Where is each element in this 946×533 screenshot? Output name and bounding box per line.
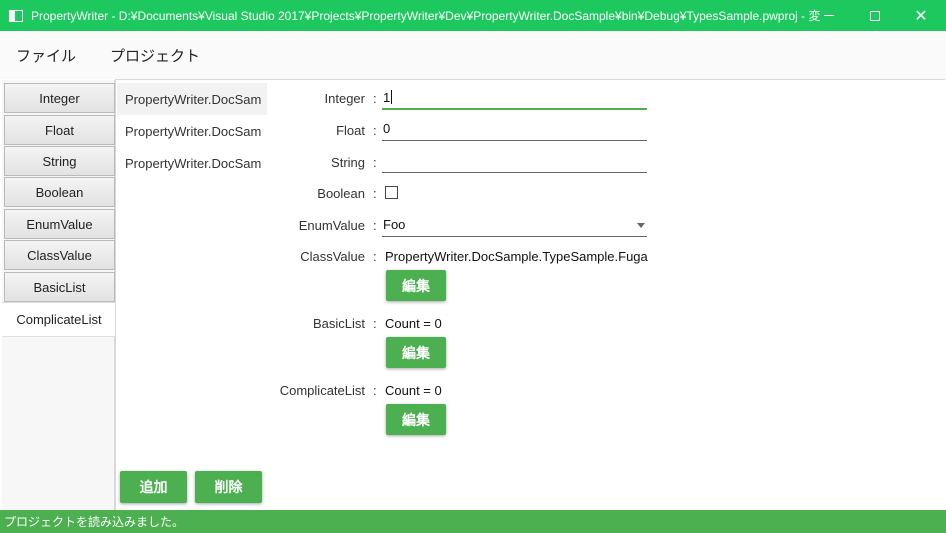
- colon: :: [373, 91, 377, 106]
- float-input[interactable]: 0: [382, 117, 647, 141]
- app-icon: [9, 9, 23, 22]
- classvalue-value: PropertyWriter.DocSample.TypeSample.Fuga: [385, 249, 648, 264]
- menu-file[interactable]: ファイル: [16, 45, 76, 66]
- float-label: Float: [336, 123, 365, 138]
- integer-label: Integer: [324, 91, 365, 106]
- maximize-button[interactable]: [852, 0, 898, 31]
- float-value: 0: [383, 121, 391, 136]
- colon: :: [373, 316, 377, 331]
- colon: :: [373, 123, 377, 138]
- integer-value: 1: [383, 90, 391, 105]
- enumvalue-value: Foo: [383, 217, 406, 232]
- classvalue-label: ClassValue: [300, 249, 365, 264]
- basiclist-value: Count = 0: [385, 316, 442, 331]
- chevron-down-icon: [637, 223, 645, 228]
- tab-float[interactable]: Float: [4, 115, 115, 145]
- colon: :: [373, 249, 377, 264]
- close-button[interactable]: ✕: [898, 0, 944, 31]
- type-tabs: Integer Float String Boolean EnumValue C…: [2, 80, 116, 510]
- menu-project[interactable]: プロジェクト: [110, 45, 200, 66]
- colon: :: [373, 383, 377, 398]
- tab-boolean[interactable]: Boolean: [4, 177, 115, 207]
- menu-bar: ファイル プロジェクト: [0, 31, 946, 79]
- tab-string[interactable]: String: [4, 146, 115, 176]
- basiclist-edit-button[interactable]: 編集: [386, 337, 446, 368]
- boolean-label: Boolean: [317, 186, 365, 201]
- text-caret: [391, 90, 393, 104]
- enumvalue-select[interactable]: Foo: [382, 213, 647, 237]
- tab-basiclist[interactable]: BasicList: [4, 272, 115, 302]
- status-text: プロジェクトを読み込みました。: [4, 515, 185, 529]
- complicatelist-value: Count = 0: [385, 383, 442, 398]
- basiclist-label: BasicList: [312, 316, 365, 331]
- boolean-checkbox[interactable]: [385, 186, 398, 199]
- classvalue-edit-button[interactable]: 編集: [386, 270, 446, 301]
- integer-input[interactable]: 1: [382, 86, 647, 110]
- colon: :: [373, 155, 377, 170]
- complicatelist-edit-button[interactable]: 編集: [386, 404, 446, 435]
- close-icon: ✕: [914, 5, 928, 25]
- maximize-icon: [870, 10, 880, 21]
- colon: :: [373, 186, 377, 201]
- string-label: String: [331, 155, 365, 170]
- status-bar: プロジェクトを読み込みました。: [0, 510, 946, 533]
- enumvalue-label: EnumValue: [298, 218, 365, 233]
- tab-enumvalue[interactable]: EnumValue: [4, 209, 115, 239]
- complicatelist-label: ComplicateList: [279, 383, 365, 398]
- tab-classvalue[interactable]: ClassValue: [4, 240, 115, 270]
- tab-complicatelist[interactable]: ComplicateList: [2, 302, 116, 337]
- string-input[interactable]: [382, 149, 647, 173]
- minimize-button[interactable]: [806, 0, 852, 31]
- title-bar: PropertyWriter - D:¥Documents¥Visual Stu…: [0, 0, 946, 31]
- window-title: PropertyWriter - D:¥Documents¥Visual Stu…: [31, 9, 821, 23]
- add-button[interactable]: 追加: [120, 471, 187, 503]
- colon: :: [373, 218, 377, 233]
- delete-button[interactable]: 削除: [195, 471, 262, 503]
- tab-integer[interactable]: Integer: [4, 83, 115, 113]
- minimize-icon: [824, 15, 834, 16]
